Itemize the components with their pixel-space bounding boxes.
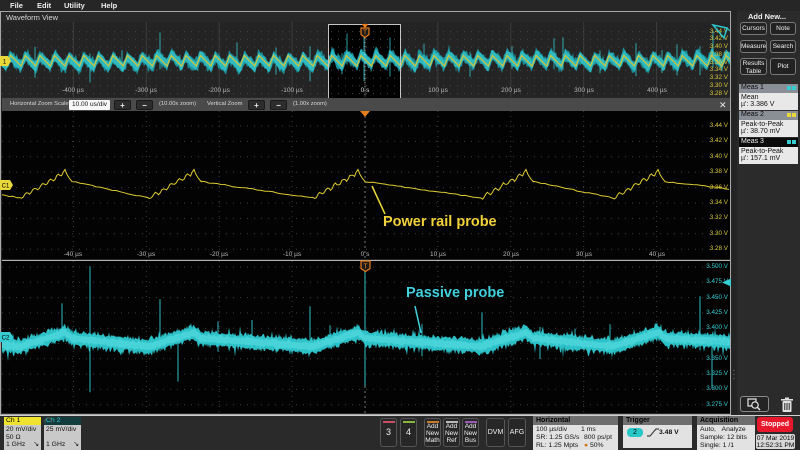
svg-text:C2: C2 [2,336,10,342]
svg-text:T: T [363,30,368,37]
svg-text:T: T [363,264,368,271]
svg-text:C1: C1 [2,184,10,190]
